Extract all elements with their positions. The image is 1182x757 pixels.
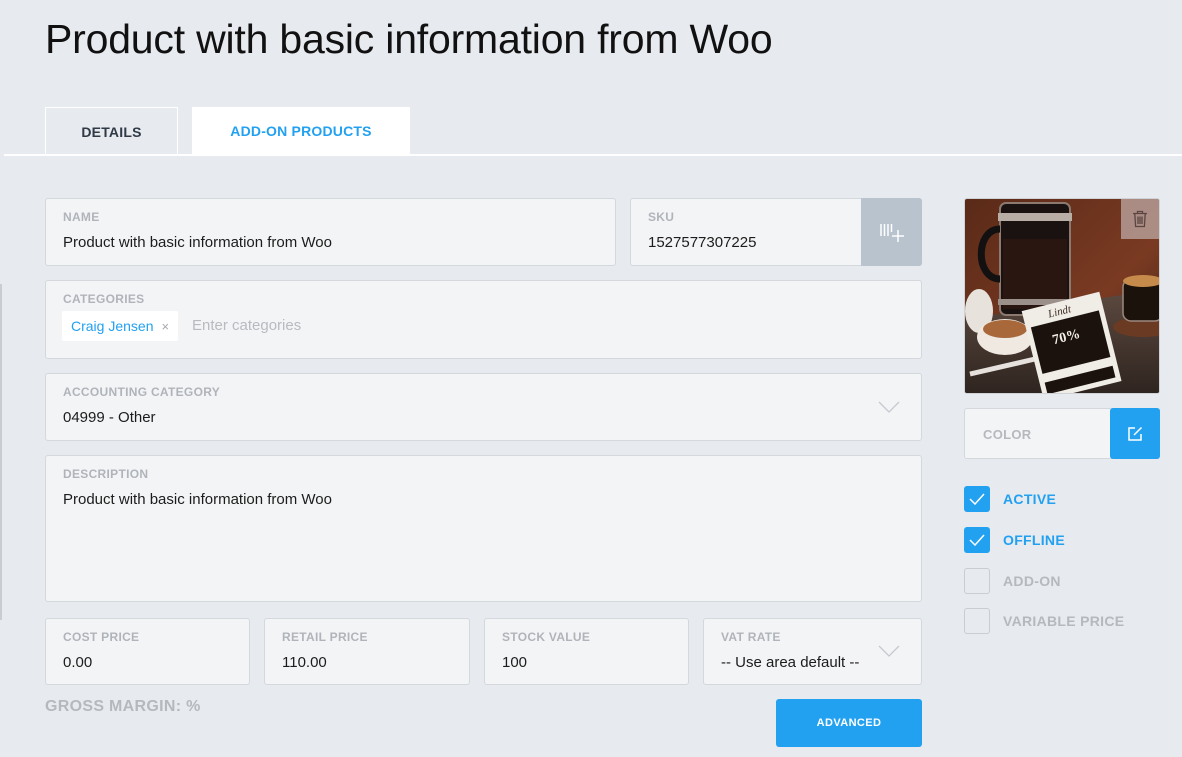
chevron-down-icon (878, 645, 900, 657)
trash-icon (1133, 210, 1147, 228)
checkbox-box[interactable] (964, 486, 990, 512)
checkbox-add-on[interactable]: ADD-ON (964, 568, 1061, 594)
vat-rate-select[interactable]: VAT RATE -- Use area default -- (703, 618, 922, 685)
edit-color-button[interactable] (1110, 408, 1160, 459)
stock-value-field[interactable]: STOCK VALUE 100 (484, 618, 689, 685)
checkbox-label: ADD-ON (1003, 573, 1061, 589)
page-title: Product with basic information from Woo (45, 16, 773, 62)
checkmark-icon (969, 534, 985, 546)
accounting-category-value: 04999 - Other (63, 409, 156, 426)
remove-chip-icon[interactable]: × (162, 319, 170, 334)
checkbox-label: OFFLINE (1003, 532, 1065, 548)
gross-margin-text: GROSS MARGIN: % (45, 698, 201, 715)
retail-price-value[interactable]: 110.00 (282, 654, 327, 671)
product-image: Lindt 70% (964, 198, 1160, 394)
checkmark-icon (969, 493, 985, 505)
name-field[interactable]: NAME Product with basic information from… (45, 198, 616, 266)
description-field[interactable]: DESCRIPTION Product with basic informati… (45, 455, 922, 602)
checkbox-active[interactable]: ACTIVE (964, 486, 1056, 512)
cost-price-value[interactable]: 0.00 (63, 654, 92, 671)
name-value[interactable]: Product with basic information from Woo (63, 234, 332, 251)
sku-field[interactable]: SKU 1527577307225 (630, 198, 922, 266)
tab-bar: DETAILS ADD-ON PRODUCTS (45, 107, 410, 155)
barcode-add-icon (879, 224, 904, 242)
advanced-button[interactable]: ADVANCED (776, 699, 922, 747)
cost-price-field[interactable]: COST PRICE 0.00 (45, 618, 250, 685)
name-label: NAME (63, 210, 100, 224)
retail-price-field[interactable]: RETAIL PRICE 110.00 (264, 618, 470, 685)
generate-sku-button[interactable] (861, 198, 922, 266)
tab-details[interactable]: DETAILS (45, 107, 178, 155)
description-value[interactable]: Product with basic information from Woo (63, 491, 332, 508)
product-edit-page: Product with basic information from Woo … (0, 0, 1182, 757)
vat-rate-label: VAT RATE (721, 630, 781, 644)
categories-field: CATEGORIES Craig Jensen × (45, 280, 922, 359)
stock-value-value[interactable]: 100 (502, 654, 527, 671)
retail-price-label: RETAIL PRICE (282, 630, 368, 644)
tab-divider (4, 154, 1182, 156)
checkbox-box[interactable] (964, 608, 990, 634)
cost-price-label: COST PRICE (63, 630, 140, 644)
left-edge-divider (0, 284, 2, 620)
categories-label: CATEGORIES (63, 292, 145, 306)
sku-value[interactable]: 1527577307225 (648, 234, 756, 251)
stock-value-label: STOCK VALUE (502, 630, 591, 644)
sku-label: SKU (648, 210, 675, 224)
edit-icon (1128, 426, 1143, 441)
checkbox-variable-price[interactable]: VARIABLE PRICE (964, 608, 1124, 634)
vat-rate-value: -- Use area default -- (721, 654, 860, 671)
checkbox-box[interactable] (964, 568, 990, 594)
checkbox-label: VARIABLE PRICE (1003, 613, 1125, 629)
categories-input[interactable] (192, 317, 492, 334)
color-label: COLOR (983, 427, 1032, 442)
accounting-category-select[interactable]: ACCOUNTING CATEGORY 04999 - Other (45, 373, 922, 441)
chevron-down-icon (878, 401, 900, 413)
category-chip: Craig Jensen × (62, 311, 179, 341)
tab-add-on-products[interactable]: ADD-ON PRODUCTS (192, 107, 410, 155)
checkbox-box[interactable] (964, 527, 990, 553)
delete-image-button[interactable] (1121, 199, 1159, 239)
accounting-category-label: ACCOUNTING CATEGORY (63, 385, 221, 399)
category-chip-label: Craig Jensen (71, 318, 154, 334)
color-field: COLOR (964, 408, 1160, 459)
description-label: DESCRIPTION (63, 467, 149, 481)
checkbox-label: ACTIVE (1003, 491, 1057, 507)
checkbox-offline[interactable]: OFFLINE (964, 527, 1065, 553)
